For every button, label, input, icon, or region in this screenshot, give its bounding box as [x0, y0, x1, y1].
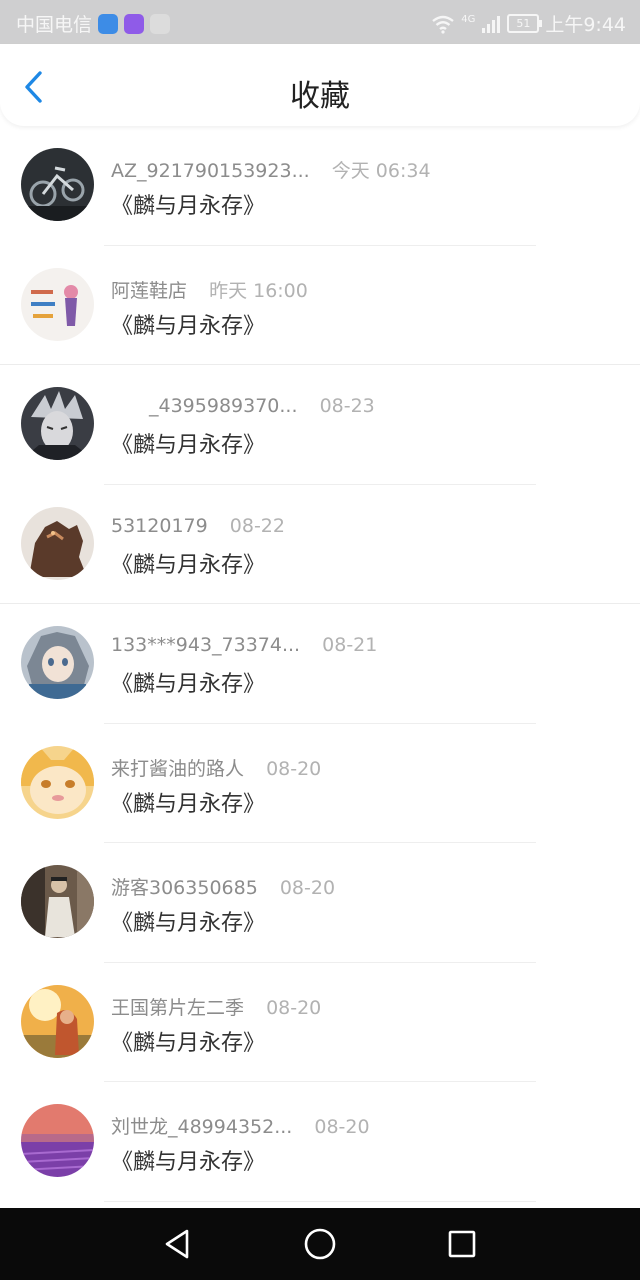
- item-meta: 游客306350685 08-20: [111, 873, 335, 900]
- book-title: 《麟与月永存》: [111, 313, 266, 339]
- lavender-field-avatar: [21, 1104, 94, 1177]
- battery-icon: 51: [507, 14, 543, 33]
- item-meta: 阿莲鞋店 昨天 16:00: [111, 276, 308, 303]
- book-title: 《麟与月永存》: [111, 194, 266, 219]
- favorite-item[interactable]: 53120179 08-22 《麟与月永存》: [0, 485, 640, 604]
- anime-character-avatar: [21, 387, 94, 460]
- monster-avatar: [21, 506, 94, 580]
- favorite-item[interactable]: 游客306350685 08-20 《麟与月永存》: [0, 843, 640, 963]
- divider: [104, 1200, 536, 1202]
- status-right: 4G 51 上午9:44: [431, 10, 626, 37]
- timestamp: 08-23: [319, 395, 375, 417]
- timestamp: 08-20: [266, 757, 322, 780]
- item-meta: 53120179 08-22: [111, 515, 285, 537]
- network-type: 4G: [461, 14, 476, 25]
- nav-recents-button[interactable]: [442, 1224, 482, 1264]
- username: 133***943_73374...: [111, 634, 301, 656]
- item-meta: AZ_921790153923... 今天 06:34: [111, 156, 431, 183]
- header-bar: 收藏: [0, 44, 640, 126]
- nav-home-button[interactable]: [300, 1224, 340, 1264]
- book-title: 《麟与月永存》: [111, 433, 266, 458]
- battery-level: 51: [516, 17, 531, 30]
- status-left: 中国电信: [16, 10, 171, 37]
- home-circle-icon: [304, 1228, 336, 1260]
- item-meta: 133***943_73374... 08-21: [111, 634, 377, 656]
- timestamp: 昨天 16:00: [209, 279, 308, 302]
- book-title: 《麟与月永存》: [111, 552, 266, 578]
- back-triangle-icon: [165, 1229, 189, 1259]
- item-meta: 刘世龙_48994352... 08-20: [111, 1112, 370, 1139]
- nav-back-button[interactable]: [158, 1224, 198, 1264]
- person-photo-avatar: [21, 865, 94, 938]
- timestamp: 今天 06:34: [331, 160, 431, 182]
- image-app-icon: [150, 13, 171, 34]
- favorite-item[interactable]: 刘世龙_48994352... 08-20 《麟与月永存》: [0, 1082, 640, 1202]
- username: AZ_921790153923...: [111, 160, 310, 182]
- favorite-item[interactable]: 阿莲鞋店 昨天 16:00 《麟与月永存》: [0, 246, 640, 365]
- item-meta: 来打酱油的路人 08-20: [111, 754, 321, 781]
- username: 阿莲鞋店: [111, 279, 188, 302]
- recents-square-icon: [448, 1230, 476, 1258]
- timestamp: 08-20: [279, 877, 336, 899]
- timestamp: 08-22: [229, 514, 285, 537]
- favorite-item[interactable]: AZ_921790153923... 今天 06:34 《麟与月永存》: [0, 126, 640, 246]
- bike-avatar: [21, 148, 94, 221]
- book-title: 《麟与月永存》: [111, 791, 266, 817]
- username: 来打酱油的路人: [111, 757, 245, 780]
- book-title: 《麟与月永存》: [111, 1150, 266, 1175]
- favorite-item[interactable]: 133***943_73374... 08-21 《麟与月永存》: [0, 604, 640, 724]
- favorite-item[interactable]: 来打酱油的路人 08-20 《麟与月永存》: [0, 724, 640, 843]
- carrier-label: 中国电信: [16, 14, 93, 36]
- favorite-item[interactable]: _4395989370... 08-23 《麟与月永存》: [0, 365, 640, 485]
- anime-girl-avatar: [21, 626, 94, 699]
- page-title: 收藏: [290, 79, 350, 114]
- username: 游客306350685: [111, 877, 258, 899]
- messenger-app-icon: [124, 13, 145, 34]
- favorites-list: AZ_921790153923... 今天 06:34 《麟与月永存》 阿莲鞋店…: [0, 126, 640, 1202]
- cartoon-face-avatar: [21, 745, 94, 819]
- username: 53120179: [111, 514, 208, 537]
- item-meta: 王国第片左二季 08-20: [111, 993, 321, 1020]
- username: 刘世龙_48994352...: [111, 1116, 293, 1138]
- signal-icon: [482, 15, 501, 33]
- shoe-store-avatar: [21, 267, 94, 341]
- shield-app-icon: [98, 13, 119, 34]
- system-nav-bar: [0, 1208, 640, 1280]
- timestamp: 08-20: [314, 1116, 370, 1138]
- wifi-icon: [432, 15, 454, 34]
- timestamp: 08-21: [322, 634, 378, 656]
- favorite-item[interactable]: 王国第片左二季 08-20 《麟与月永存》: [0, 963, 640, 1082]
- book-title: 《麟与月永存》: [111, 672, 266, 697]
- item-meta: _4395989370... 08-23: [111, 395, 375, 417]
- status-bar: 中国电信 4G 51 上午9:44: [0, 0, 640, 44]
- sunset-girl-avatar: [21, 984, 94, 1058]
- timestamp: 08-20: [266, 996, 322, 1019]
- book-title: 《麟与月永存》: [111, 1030, 266, 1056]
- book-title: 《麟与月永存》: [111, 911, 266, 936]
- username: 王国第片左二季: [111, 996, 245, 1019]
- clock: 上午9:44: [545, 14, 626, 36]
- username: _4395989370...: [149, 395, 298, 417]
